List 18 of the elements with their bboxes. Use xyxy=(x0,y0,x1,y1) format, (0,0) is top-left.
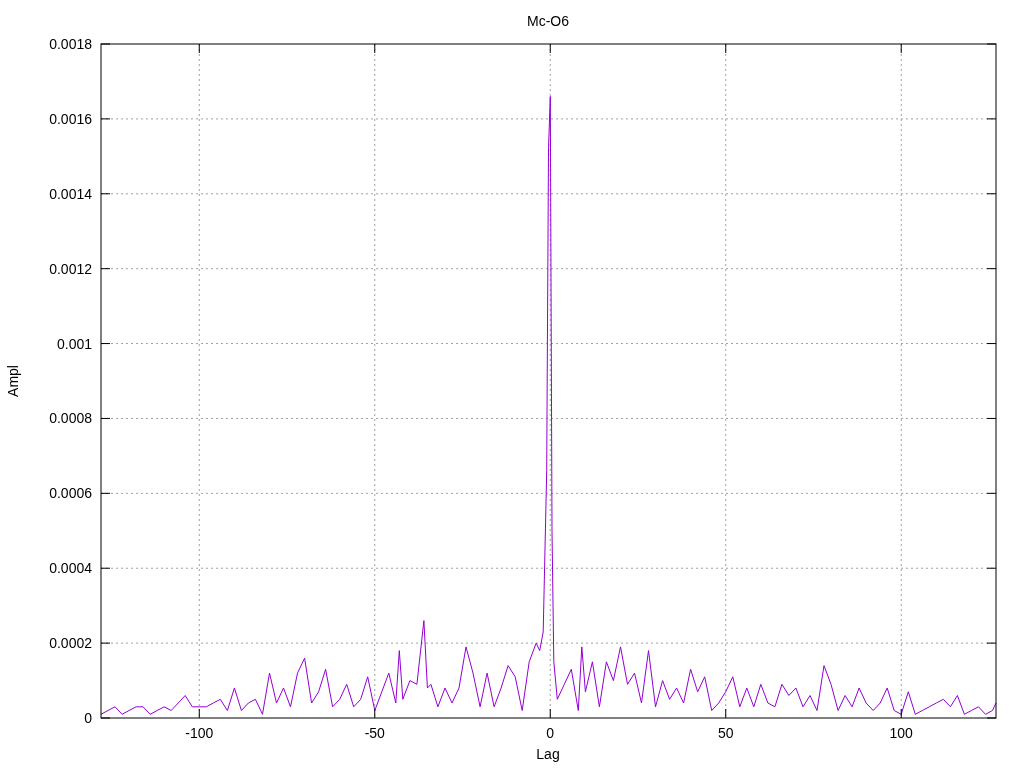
x-tick-label: -100 xyxy=(185,725,214,741)
y-tick-label: 0.0014 xyxy=(49,185,92,202)
y-tick-label: 0 xyxy=(84,710,92,726)
y-tick-label: 0.0008 xyxy=(49,410,92,427)
chart-title: Mc-O6 xyxy=(527,13,569,29)
x-tick-label: 100 xyxy=(889,725,913,741)
y-tick-label: 0.0018 xyxy=(49,36,92,52)
x-axis-label: Lag xyxy=(536,746,560,762)
x-tick-label: 50 xyxy=(717,725,734,741)
y-tick-label: 0.0012 xyxy=(49,260,92,277)
x-tick-label: 0 xyxy=(546,725,555,741)
x-tick-label: -50 xyxy=(364,725,385,741)
y-tick-label: 0.0004 xyxy=(49,560,92,577)
y-tick-label: 0.0016 xyxy=(49,110,92,127)
y-tick-label: 0.0006 xyxy=(49,485,92,502)
y-axis-label: Ampl xyxy=(5,365,21,397)
y-tick-label: 0.001 xyxy=(56,335,92,352)
y-tick-label: 0.0002 xyxy=(49,635,92,652)
